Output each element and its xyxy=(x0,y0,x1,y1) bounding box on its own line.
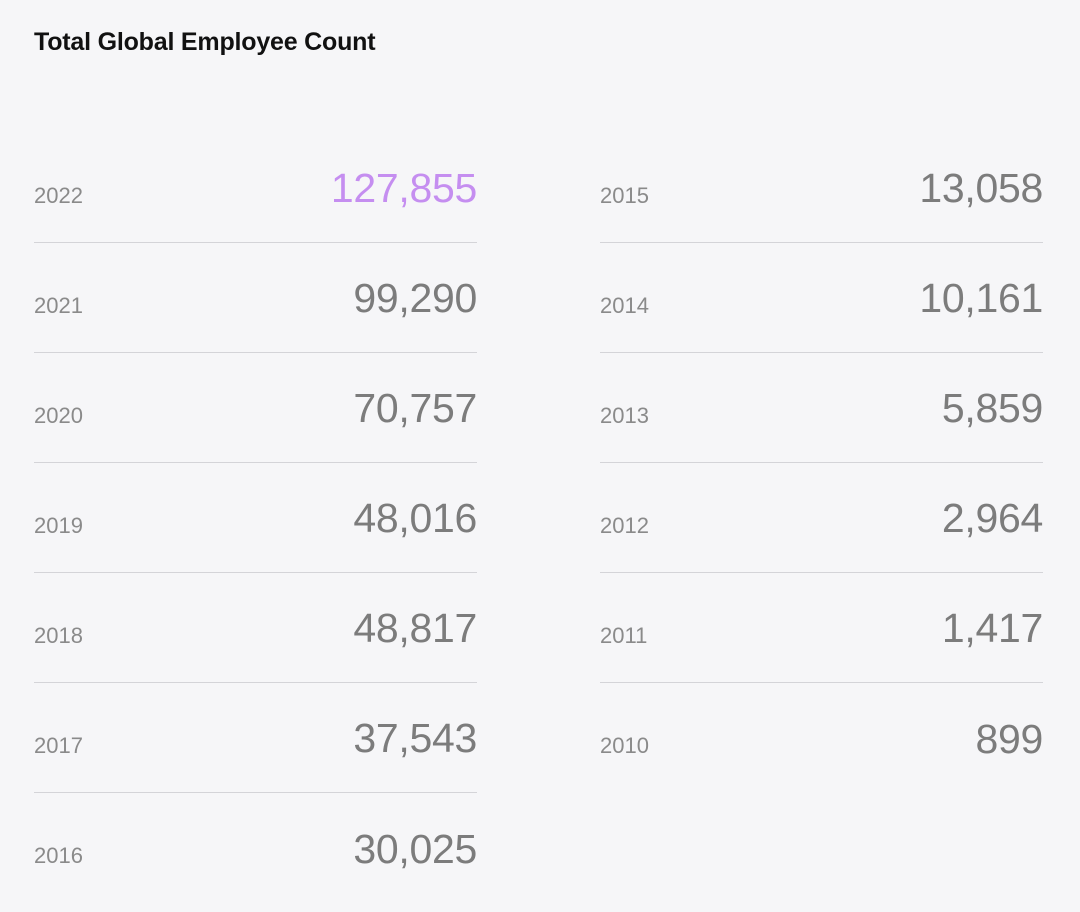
chart-title: Total Global Employee Count xyxy=(34,28,376,56)
year-label: 2012 xyxy=(600,512,649,538)
employee-count: 30,025 xyxy=(353,825,477,872)
table-row: 2016 30,025 xyxy=(34,793,477,903)
year-label: 2015 xyxy=(600,182,649,208)
employee-count: 2,964 xyxy=(941,495,1043,541)
year-label: 2022 xyxy=(34,182,83,208)
year-label: 2014 xyxy=(600,292,649,318)
table-row: 2022 127,855 xyxy=(34,133,477,243)
table-row: 2014 10,161 xyxy=(600,243,1043,353)
employee-count: 70,757 xyxy=(353,385,477,431)
table-row: 2013 5,859 xyxy=(600,353,1043,463)
employee-count: 99,290 xyxy=(353,275,477,321)
employee-count: 13,058 xyxy=(919,165,1043,211)
table-row: 2011 1,417 xyxy=(600,573,1043,683)
year-label: 2018 xyxy=(34,622,83,648)
year-label: 2017 xyxy=(34,732,83,758)
employee-count: 1,417 xyxy=(941,605,1043,651)
table-row: 2015 13,058 xyxy=(600,133,1043,243)
table-row: 2019 48,016 xyxy=(34,463,477,573)
year-label: 2011 xyxy=(600,622,648,648)
employee-count: 899 xyxy=(975,715,1043,762)
table-row: 2012 2,964 xyxy=(600,463,1043,573)
employee-count: 48,016 xyxy=(353,495,477,541)
year-label: 2010 xyxy=(600,733,649,758)
right-column: 2015 13,058 2014 10,161 2013 5,859 2012 2,964 20… xyxy=(600,133,1043,793)
left-column: 2022 127,855 2021 99,290 2020 70,757 2019 48,01… xyxy=(34,133,477,903)
year-label: 2021 xyxy=(34,292,83,318)
table-row: 2010 899 xyxy=(600,683,1043,793)
year-label: 2013 xyxy=(600,402,649,428)
table-row: 2017 37,543 xyxy=(34,683,477,793)
year-label: 2019 xyxy=(34,512,83,538)
year-label: 2020 xyxy=(34,402,83,428)
employee-count: 37,543 xyxy=(353,715,477,761)
table-row: 2020 70,757 xyxy=(34,353,477,463)
year-label: 2016 xyxy=(34,843,83,868)
employee-count: 10,161 xyxy=(919,275,1043,321)
highlighted-employee-count: 127,855 xyxy=(330,165,477,211)
table-row: 2021 99,290 xyxy=(34,243,477,353)
table-row: 2018 48,817 xyxy=(34,573,477,683)
employee-count: 48,817 xyxy=(353,605,477,651)
employee-count: 5,859 xyxy=(941,385,1043,431)
